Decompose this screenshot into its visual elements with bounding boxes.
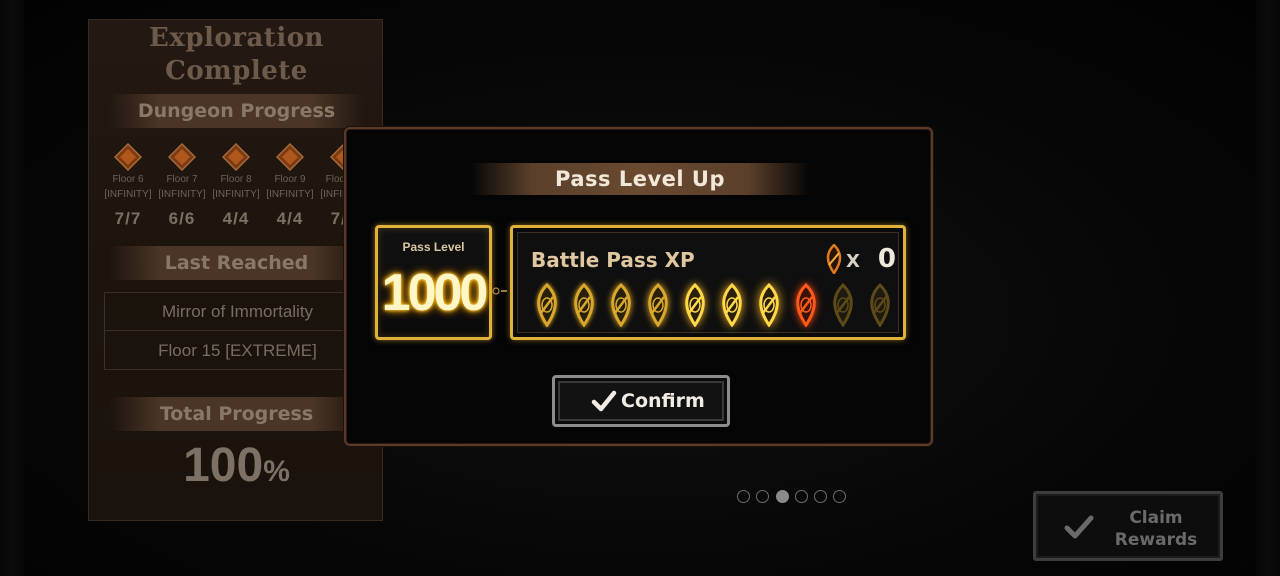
xp-count: 0 — [877, 244, 896, 274]
dungeon-progress-header: Dungeon Progress — [109, 94, 364, 128]
floor-count: 4/4 — [222, 209, 250, 228]
page-dot-active[interactable] — [776, 490, 789, 503]
pass-level-up-dialog: Pass Level Up Pass Level 1000 Battle Pas… — [344, 127, 933, 446]
exploration-complete-panel: Exploration Complete Dungeon Progress Fl… — [88, 19, 383, 521]
floor-badge-icon — [168, 143, 196, 171]
xp-gem-icon — [611, 283, 631, 327]
total-progress-header: Total Progress — [109, 397, 364, 431]
pass-level-box: Pass Level 1000 — [375, 225, 492, 340]
claim-rewards-label: Claim Rewards — [1106, 507, 1206, 551]
xp-inner-frame: Battle Pass XP X 0 — [517, 232, 899, 333]
xp-gem-icon — [648, 283, 668, 327]
xp-gem-icon — [833, 283, 853, 327]
total-progress-value: 100% — [89, 438, 384, 500]
xp-gem-icon — [759, 283, 779, 327]
pass-level-value: 1000 — [381, 264, 489, 322]
page-dot[interactable] — [737, 490, 750, 503]
floor-mode: [INFINITY] — [158, 189, 206, 200]
xp-gem-icon — [722, 283, 742, 327]
floor-item: Floor 6 [INFINITY] 7/7 — [101, 138, 155, 229]
title-line-2: Complete — [165, 56, 308, 86]
floor-badge-icon — [276, 143, 304, 171]
floor-count: 7/7 — [114, 209, 142, 228]
xp-gem-track — [533, 283, 903, 329]
floor-progress-list: Floor 6 [INFINITY] 7/7 Floor 7 [INFINITY… — [101, 138, 384, 248]
last-reached-header: Last Reached — [109, 246, 364, 280]
total-progress-number: 100 — [183, 439, 264, 492]
floor-name: Floor 8 — [220, 174, 252, 185]
floor-badge-icon — [222, 143, 250, 171]
checkmark-icon — [591, 390, 617, 412]
last-reached-box: Mirror of Immortality Floor 15 [EXTREME] — [104, 292, 370, 370]
claim-rewards-button[interactable]: Claim Rewards — [1033, 491, 1223, 561]
floor-badge-icon — [114, 143, 142, 171]
battle-pass-xp-box: Battle Pass XP X 0 — [510, 225, 906, 340]
xp-gem-icon — [574, 283, 594, 327]
floor-name: Floor 7 — [166, 174, 198, 185]
confirm-button[interactable]: Confirm — [552, 375, 730, 427]
xp-gem-icon — [796, 283, 816, 327]
floor-name: Floor 9 — [274, 174, 306, 185]
floor-name: Floor 6 — [112, 174, 144, 185]
claim-label-line-2: Rewards — [1114, 530, 1198, 550]
page-dot[interactable] — [756, 490, 769, 503]
xp-gem-icon — [870, 283, 890, 327]
page-dot[interactable] — [833, 490, 846, 503]
floor-mode: [INFINITY] — [104, 189, 152, 200]
page-dot[interactable] — [795, 490, 808, 503]
title-line-1: Exploration — [149, 23, 324, 53]
floor-item: Floor 7 [INFINITY] 6/6 — [155, 138, 209, 229]
floor-mode: [INFINITY] — [212, 189, 260, 200]
floor-item: Floor 8 [INFINITY] 4/4 — [209, 138, 263, 229]
last-reached-floor: Floor 15 [EXTREME] — [158, 341, 317, 360]
floor-item: Floor 9 [INFINITY] 4/4 — [263, 138, 317, 229]
claim-label-line-1: Claim — [1129, 508, 1183, 528]
floor-count: 6/6 — [168, 209, 196, 228]
xp-gem-icon — [537, 283, 557, 327]
pass-level-label: Pass Level — [402, 240, 465, 254]
page-dot[interactable] — [814, 490, 827, 503]
background-pillar-right — [1256, 0, 1280, 576]
floor-count: 4/4 — [276, 209, 304, 228]
connector-icon — [492, 287, 507, 295]
exploration-complete-title: Exploration Complete — [89, 22, 384, 88]
xp-multiplier: X — [846, 251, 860, 272]
background-pillar-left — [0, 0, 24, 576]
xp-gem-icon — [685, 283, 705, 327]
dialog-title: Pass Level Up — [555, 167, 725, 191]
dialog-title-bar: Pass Level Up — [470, 163, 810, 195]
checkmark-icon — [1064, 515, 1094, 539]
floor-mode: [INFINITY] — [266, 189, 314, 200]
confirm-label: Confirm — [621, 390, 705, 412]
xp-gem-icon — [826, 244, 842, 274]
total-progress-unit: % — [263, 455, 290, 488]
last-reached-location: Mirror of Immortality — [105, 293, 370, 331]
battle-pass-xp-label: Battle Pass XP — [531, 248, 695, 272]
